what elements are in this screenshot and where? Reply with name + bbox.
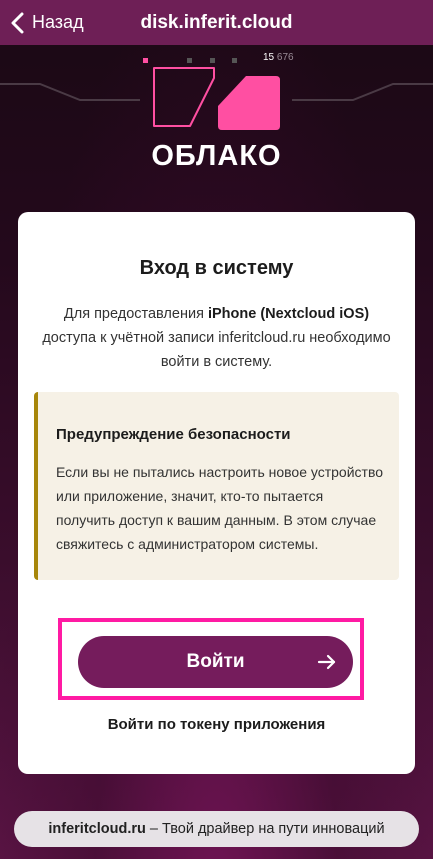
login-button[interactable]: Войти <box>78 636 353 688</box>
warning-title: Предупреждение безопасности <box>56 426 291 443</box>
login-button-label: Войти <box>186 651 245 672</box>
footer-brand: inferitcloud.ru <box>48 821 146 837</box>
arrow-right-icon <box>317 654 336 670</box>
card-title: Вход в систему <box>139 257 294 279</box>
login-card: Вход в систему Для предоставления iPhone… <box>18 212 415 774</box>
footer-banner: inferitcloud.ru – Твой драйвер на пути и… <box>14 811 419 847</box>
logo-text: ОБЛАКО <box>151 140 282 172</box>
intro-app-name: iPhone (Nextcloud iOS) <box>207 306 370 322</box>
card-intro: Для предоставления iPhone (Nextcloud iOS… <box>42 302 391 374</box>
warning-text: Если вы не пытались настроить новое устр… <box>56 464 384 552</box>
app-token-login-link[interactable]: Войти по токену приложения <box>18 716 415 733</box>
footer-tagline: – Твой драйвер на пути инноваций <box>145 821 385 837</box>
decor-dot <box>143 58 148 63</box>
browser-topbar: Назад disk.inferit.cloud <box>0 0 433 45</box>
page-title: disk.inferit.cloud <box>140 12 293 33</box>
intro-after: доступа к учётной записи inferitcloud.ru… <box>42 330 391 370</box>
intro-before: Для предоставления <box>63 306 208 322</box>
oblako-logo <box>153 67 280 130</box>
security-warning: Предупреждение безопасности Если вы не п… <box>34 392 399 580</box>
